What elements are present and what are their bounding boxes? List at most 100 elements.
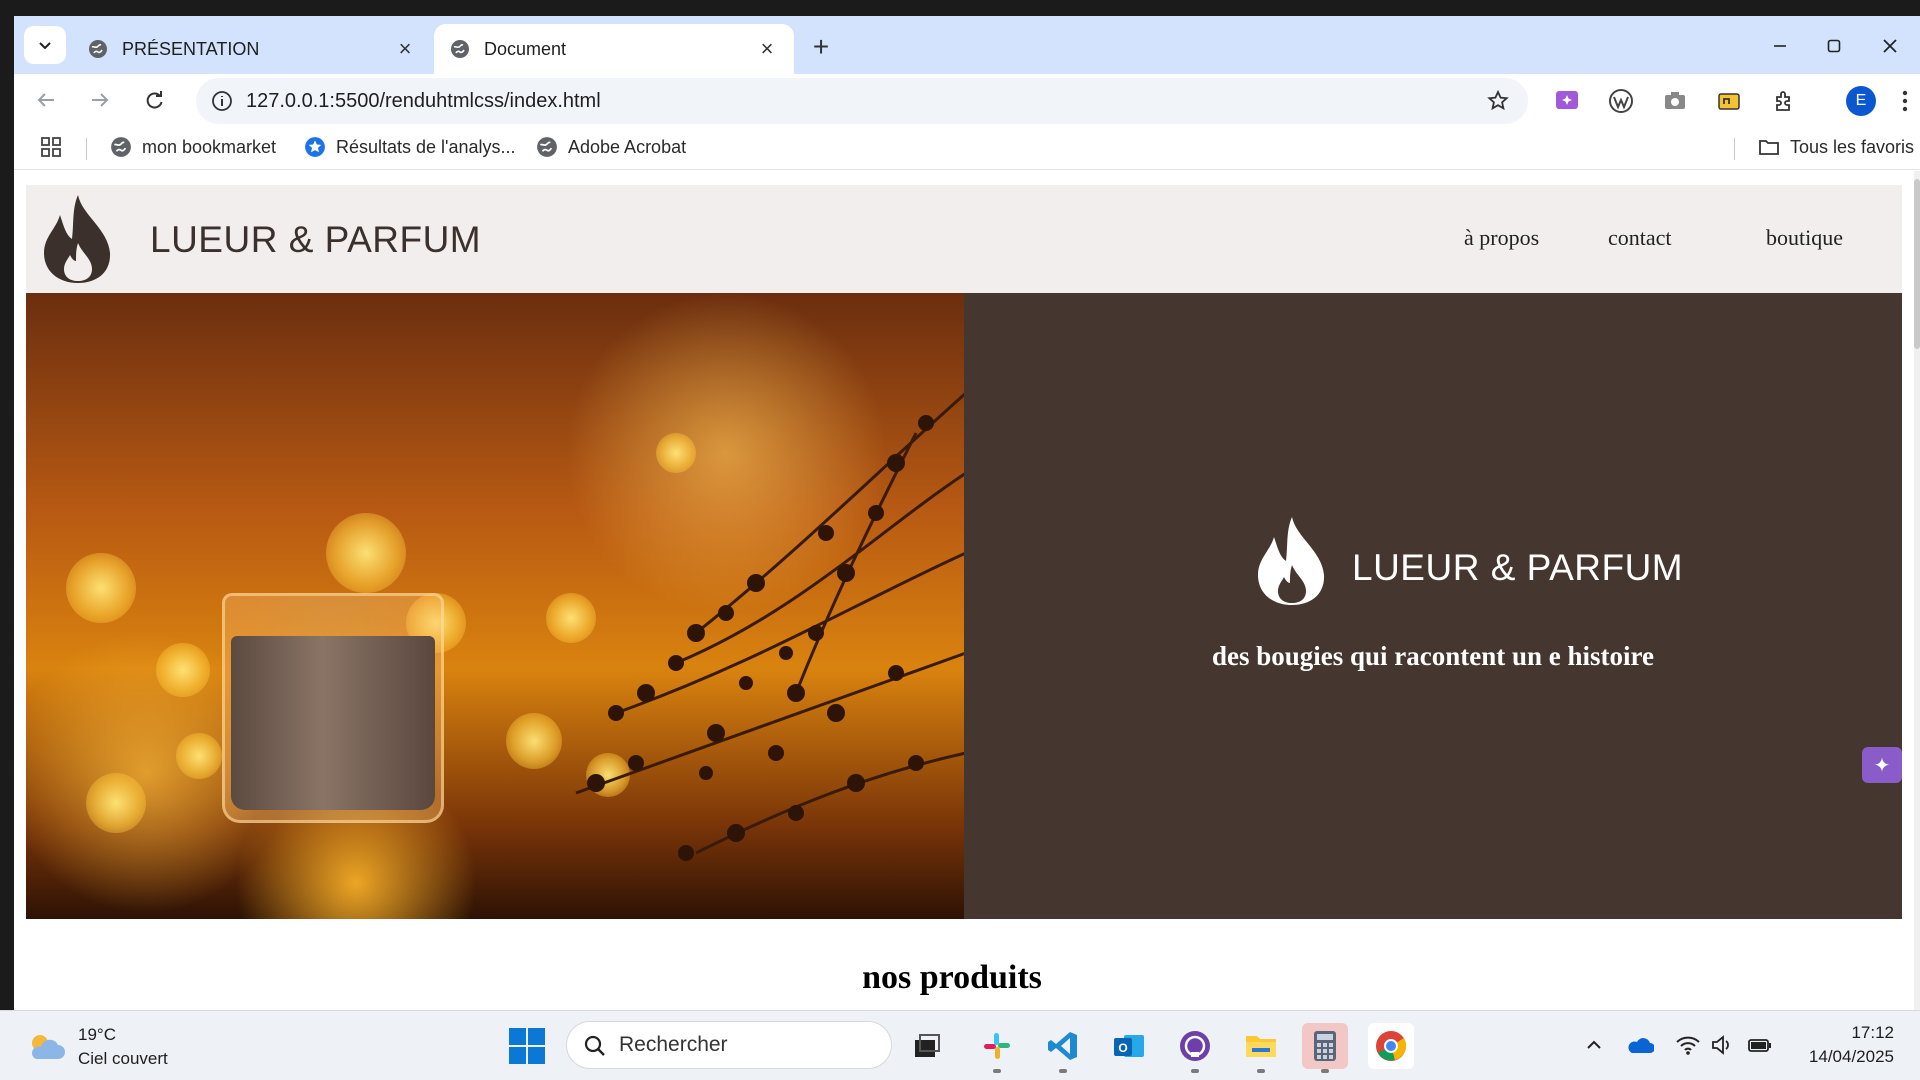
github-app-icon[interactable] bbox=[1172, 1023, 1218, 1073]
page-scrollbar[interactable] bbox=[1914, 171, 1920, 1010]
taskbar-search[interactable]: Rechercher bbox=[566, 1021, 892, 1069]
candle-hero-image bbox=[26, 293, 964, 919]
tab-title: Document bbox=[484, 38, 567, 59]
windows-start-icon[interactable] bbox=[508, 1027, 546, 1065]
url-text: 127.0.0.1:5500/renduhtmlcss/index.html bbox=[246, 89, 601, 112]
reload-icon bbox=[146, 91, 163, 109]
all-bookmarks-button[interactable]: Tous les favoris bbox=[1758, 136, 1914, 158]
search-placeholder: Rechercher bbox=[619, 1033, 728, 1056]
hero-tagline: des bougies qui racontent un e histoire bbox=[1211, 641, 1655, 671]
site-brand[interactable]: LUEUR & PARFUM bbox=[150, 219, 481, 261]
chevron-up-icon[interactable] bbox=[1580, 1031, 1608, 1059]
calculator-app-icon[interactable] bbox=[1302, 1023, 1348, 1073]
bookmark-label: Adobe Acrobat bbox=[568, 136, 687, 157]
bookmark-label: Résultats de l'analys... bbox=[336, 136, 516, 157]
bookmark-resultats-analyse[interactable]: Résultats de l'analys... bbox=[304, 136, 516, 158]
close-icon[interactable]: × bbox=[756, 36, 778, 61]
slack-app-icon[interactable] bbox=[974, 1023, 1020, 1073]
profile-initial: E bbox=[1846, 86, 1876, 116]
arrow-left-icon bbox=[37, 93, 54, 107]
cloudy-weather-icon bbox=[32, 1035, 65, 1059]
weather-temperature: 19°C bbox=[78, 1025, 116, 1044]
nav-link-boutique[interactable]: boutique bbox=[1766, 225, 1843, 251]
outlook-app-icon[interactable]: O bbox=[1106, 1023, 1152, 1069]
flame-logo-icon bbox=[1258, 517, 1325, 605]
close-window-button[interactable] bbox=[1870, 28, 1910, 64]
browser-window: PRÉSENTATION × Document × + 127.0.0.1:55… bbox=[14, 16, 1920, 1010]
camera-extension-icon[interactable] bbox=[1660, 86, 1690, 116]
back-button[interactable] bbox=[28, 82, 64, 118]
sparkle-assistant-icon[interactable]: ✦ bbox=[1862, 747, 1902, 783]
volume-icon[interactable] bbox=[1708, 1031, 1736, 1059]
clock-date: 14/04/2025 bbox=[1808, 1047, 1894, 1066]
address-bar[interactable]: 127.0.0.1:5500/renduhtmlcss/index.html bbox=[196, 78, 1528, 124]
scrollbar-thumb[interactable] bbox=[1914, 179, 1920, 349]
flame-logo-icon[interactable] bbox=[38, 193, 116, 285]
website: LUEUR & PARFUM à propos contact boutique bbox=[26, 185, 1902, 919]
close-icon[interactable]: × bbox=[394, 36, 416, 61]
reload-button[interactable] bbox=[136, 82, 172, 118]
onedrive-cloud-icon[interactable] bbox=[1626, 1031, 1654, 1059]
folder-icon bbox=[1759, 140, 1779, 155]
nav-link-contact[interactable]: contact bbox=[1608, 225, 1672, 251]
tab-title: PRÉSENTATION bbox=[122, 38, 260, 59]
products-heading: nos produits bbox=[862, 959, 1042, 996]
desktop: PRÉSENTATION × Document × + 127.0.0.1:55… bbox=[0, 0, 1920, 1080]
ai-assistant-extension-icon[interactable] bbox=[1552, 86, 1582, 116]
info-icon[interactable] bbox=[210, 89, 234, 113]
vscode-app-icon[interactable] bbox=[1040, 1023, 1086, 1073]
page-viewport: LUEUR & PARFUM à propos contact boutique bbox=[14, 171, 1920, 1010]
profile-avatar[interactable]: E bbox=[1846, 86, 1876, 116]
taskbar: 19°C Ciel couvert Rechercher O 17:12 14/… bbox=[0, 1010, 1920, 1080]
globe-icon bbox=[451, 40, 469, 58]
maximize-icon bbox=[1827, 39, 1841, 53]
tab-strip: PRÉSENTATION × Document × + bbox=[14, 16, 1920, 74]
bookmarks-bar: mon bookmarket Résultats de l'analys... … bbox=[14, 126, 1920, 170]
candle-glass bbox=[222, 593, 444, 823]
wordpress-extension-icon[interactable] bbox=[1606, 86, 1636, 116]
hero-section: LUEUR & PARFUM des bougies qui racontent… bbox=[26, 293, 1902, 919]
globe-icon bbox=[89, 40, 107, 58]
file-explorer-icon[interactable] bbox=[1238, 1023, 1284, 1073]
bookmark-star-icon[interactable] bbox=[1486, 89, 1510, 113]
search-icon bbox=[584, 1035, 605, 1056]
hero-brand: LUEUR & PARFUM bbox=[1352, 547, 1684, 588]
weather-widget[interactable]: 19°C Ciel couvert bbox=[26, 1023, 168, 1071]
minimize-icon bbox=[1774, 45, 1786, 47]
folder-extension-icon[interactable] bbox=[1714, 86, 1744, 116]
svg-text:O: O bbox=[1118, 1041, 1127, 1055]
bookmarks-divider bbox=[86, 138, 87, 160]
extensions-puzzle-icon[interactable] bbox=[1770, 86, 1800, 116]
menu-dots-icon[interactable] bbox=[1890, 86, 1920, 116]
minimize-button[interactable] bbox=[1760, 28, 1800, 64]
bookmark-adobe-acrobat[interactable]: Adobe Acrobat bbox=[536, 136, 686, 158]
tab-presentation[interactable]: PRÉSENTATION × bbox=[72, 24, 432, 74]
bookmark-label: mon bookmarket bbox=[142, 136, 277, 157]
arrow-right-icon bbox=[92, 93, 109, 107]
globe-icon bbox=[537, 137, 557, 157]
bookmark-mon-bookmarket[interactable]: mon bookmarket bbox=[110, 136, 276, 158]
apps-grid-button[interactable] bbox=[40, 136, 62, 158]
chevron-down-icon bbox=[39, 42, 51, 50]
apps-grid-icon bbox=[41, 137, 61, 157]
close-icon bbox=[1883, 39, 1897, 53]
nav-link-a-propos[interactable]: à propos bbox=[1464, 225, 1539, 251]
taskbar-clock[interactable]: 17:12 14/04/2025 bbox=[1809, 1021, 1894, 1069]
site-header: LUEUR & PARFUM à propos contact boutique bbox=[26, 185, 1902, 293]
dried-flowers-silhouette bbox=[575, 392, 964, 861]
bookmarks-divider bbox=[1734, 138, 1735, 160]
battery-icon[interactable] bbox=[1746, 1031, 1774, 1059]
chrome-app-icon[interactable] bbox=[1368, 1023, 1414, 1069]
tab-search-button[interactable] bbox=[24, 26, 66, 64]
maximize-button[interactable] bbox=[1814, 28, 1854, 64]
hero-brand-panel: LUEUR & PARFUM des bougies qui racontent… bbox=[964, 293, 1902, 919]
browser-toolbar: 127.0.0.1:5500/renduhtmlcss/index.html E bbox=[14, 74, 1920, 126]
forward-button[interactable] bbox=[82, 82, 118, 118]
tab-document[interactable]: Document × bbox=[434, 24, 794, 74]
wifi-icon[interactable] bbox=[1674, 1031, 1702, 1059]
task-view-icon[interactable] bbox=[904, 1023, 950, 1069]
clock-time: 17:12 bbox=[1851, 1023, 1894, 1042]
new-tab-button[interactable]: + bbox=[804, 30, 838, 64]
weather-description: Ciel couvert bbox=[78, 1049, 168, 1068]
globe-icon bbox=[111, 137, 131, 157]
